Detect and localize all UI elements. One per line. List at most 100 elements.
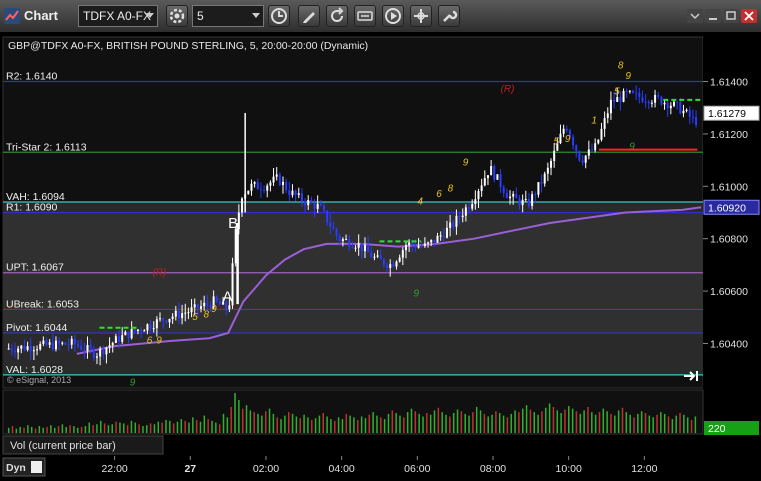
draw-button[interactable] <box>298 5 320 27</box>
window-controls <box>687 9 757 23</box>
interval-text: 5 <box>197 9 204 23</box>
price-bar-body <box>483 178 486 186</box>
link-settings-button[interactable] <box>166 5 188 27</box>
price-bar-body <box>650 102 653 104</box>
copyright-text: © eSignal, 2013 <box>7 375 71 385</box>
price-bar-body <box>486 175 489 179</box>
price-bar-body <box>48 342 51 345</box>
price-bar-body <box>404 245 407 251</box>
price-bar-body <box>114 336 117 343</box>
price-bar-body <box>581 160 584 163</box>
price-bar-body <box>105 347 108 355</box>
symbol-input[interactable]: TDFX A0-FX <box>78 5 158 27</box>
time-button[interactable] <box>268 5 290 27</box>
price-bar-body <box>663 102 666 105</box>
annotation-label: 9 <box>156 335 162 346</box>
price-bar-body <box>471 204 474 209</box>
price-bar-body <box>524 198 527 200</box>
annotation-label: 9 <box>130 377 136 388</box>
chart-toolbar: Chart TDFX A0-FX 5 <box>0 0 761 33</box>
price-bar-body <box>654 94 657 103</box>
price-bar-body <box>480 185 483 192</box>
price-bar-body <box>275 174 278 177</box>
y-tick-label: 1.60800 <box>710 234 748 246</box>
vwap-price-marker: 1.60920 <box>703 199 760 215</box>
price-bar-body <box>241 198 244 213</box>
x-tick-label: 04:00 <box>329 463 355 475</box>
price-bar-body <box>370 252 373 258</box>
price-bar-body <box>537 182 540 195</box>
price-bar-body <box>527 198 530 206</box>
last-price-label: 1.61279 <box>708 108 746 120</box>
refresh-button[interactable] <box>326 5 348 27</box>
price-bar-body <box>67 344 70 346</box>
price-bar-body <box>307 199 310 206</box>
price-bar-body <box>464 207 467 216</box>
price-bar-body <box>672 101 675 106</box>
window-menu-button[interactable] <box>687 9 703 23</box>
interval-input[interactable]: 5 <box>192 5 264 27</box>
annotation-label: 9 <box>629 142 635 153</box>
price-bar-body <box>477 191 480 200</box>
price-bar-body <box>578 151 581 161</box>
price-bar-body <box>269 182 272 186</box>
close-button[interactable] <box>741 9 757 23</box>
annotation-label: (R) <box>152 267 166 278</box>
price-bar-body <box>688 109 691 117</box>
price-bar-body <box>348 239 351 247</box>
price-bar-body <box>177 310 180 319</box>
dyn-button[interactable]: Dyn <box>2 457 46 477</box>
formula-button[interactable] <box>354 5 376 27</box>
price-bar-body <box>398 257 401 262</box>
price-bar-body <box>354 247 357 249</box>
price-bar-body <box>587 149 590 156</box>
price-bar-body <box>162 318 165 321</box>
annotation-label: 9 <box>463 157 469 168</box>
chevron-down-icon[interactable] <box>252 13 260 18</box>
price-bar-body <box>70 338 73 345</box>
minimize-button[interactable] <box>705 9 721 23</box>
price-bar-body <box>625 90 628 92</box>
price-bar-body <box>168 318 171 323</box>
price-bar-body <box>641 97 644 102</box>
price-bar-body <box>660 96 663 105</box>
price-bar-body <box>338 235 341 242</box>
price-bar-body <box>332 226 335 230</box>
price-bar-body <box>666 102 669 109</box>
annotation-label: 9 <box>625 71 631 82</box>
price-bar-body <box>174 310 177 317</box>
price-bar-body <box>505 193 508 199</box>
price-bar-body <box>121 335 124 342</box>
price-bar-body <box>597 139 600 144</box>
price-bar-body <box>133 328 136 332</box>
price-bar-body <box>619 97 622 102</box>
play-button[interactable] <box>382 5 404 27</box>
price-bar-body <box>329 222 332 227</box>
price-bar-body <box>263 190 266 192</box>
price-bar-body <box>540 182 543 184</box>
settings-button[interactable] <box>438 5 460 27</box>
price-bar-body <box>39 343 42 350</box>
price-bar-body <box>458 215 461 218</box>
price-bar-body <box>54 340 57 350</box>
cursor-button[interactable] <box>410 5 432 27</box>
level-label: UBreak: 1.6053 <box>6 298 79 310</box>
price-bar-body <box>423 243 426 247</box>
price-bar-body <box>468 207 471 209</box>
price-bar-body <box>442 235 445 238</box>
price-bar-body <box>316 203 319 209</box>
price-bar-body <box>127 331 130 339</box>
price-bar-body <box>474 199 477 205</box>
price-bar-body <box>445 227 448 238</box>
volume-value: 220 <box>708 423 726 435</box>
price-bar-body <box>200 306 203 309</box>
price-bar-body <box>455 215 458 227</box>
x-tick-label: 08:00 <box>480 463 506 475</box>
price-bar-body <box>430 239 433 243</box>
last-price-marker: 1.61279 <box>703 105 760 121</box>
price-bar-body <box>32 350 35 352</box>
price-bar-body <box>565 128 568 131</box>
maximize-button[interactable] <box>723 9 739 23</box>
chevron-down-icon[interactable] <box>146 13 154 18</box>
price-bar-body <box>657 94 660 97</box>
